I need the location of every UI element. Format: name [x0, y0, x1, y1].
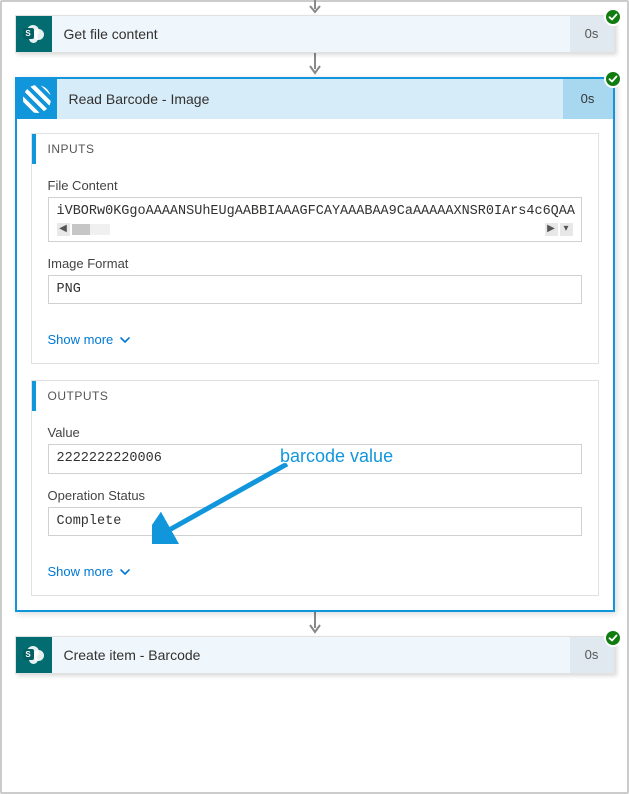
- field-value-output: Value 2222222220006: [48, 425, 582, 474]
- field-label: Value: [48, 425, 582, 440]
- step-header[interactable]: Read Barcode - Image 0s: [17, 79, 613, 119]
- step-body: INPUTS File Content iVBORw0KGgoAAAANSUhE…: [17, 119, 613, 610]
- field-label: Image Format: [48, 256, 582, 271]
- barcode-connector-icon: [17, 79, 57, 119]
- step-get-file-content[interactable]: S Get file content 0s: [15, 15, 615, 53]
- outputs-section: OUTPUTS Value 2222222220006 Operation St…: [31, 380, 599, 596]
- field-value[interactable]: PNG: [48, 275, 582, 305]
- field-value[interactable]: iVBORw0KGgoAAAANSUhEUgAABBIAAAGFCAYAAABA…: [48, 197, 582, 242]
- section-heading: OUTPUTS: [36, 381, 109, 411]
- flow-arrow: [307, 53, 323, 77]
- show-more-outputs[interactable]: Show more: [48, 564, 132, 579]
- step-title: Get file content: [52, 16, 570, 52]
- scroll-right-icon[interactable]: ▶: [545, 223, 558, 236]
- field-file-content: File Content iVBORw0KGgoAAAANSUhEUgAABBI…: [48, 178, 582, 242]
- field-value[interactable]: Complete: [48, 507, 582, 537]
- field-label: File Content: [48, 178, 582, 193]
- sharepoint-icon: S: [16, 637, 52, 673]
- field-operation-status: Operation Status Complete: [48, 488, 582, 537]
- success-icon: [604, 8, 622, 26]
- chevron-down-icon: [119, 334, 131, 346]
- flow-arrow: [307, 1, 323, 15]
- section-heading: INPUTS: [36, 134, 95, 164]
- flow-arrow: [307, 612, 323, 636]
- show-more-label: Show more: [48, 564, 114, 579]
- field-value[interactable]: 2222222220006: [48, 444, 582, 474]
- chevron-down-icon: [119, 566, 131, 578]
- success-icon: [604, 629, 622, 647]
- horizontal-scrollbar[interactable]: ◀ ▶ ▾: [57, 223, 573, 236]
- step-create-item-barcode[interactable]: S Create item - Barcode 0s: [15, 636, 615, 674]
- scroll-down-icon[interactable]: ▾: [560, 223, 573, 236]
- step-read-barcode-image[interactable]: Read Barcode - Image 0s INPUTS File Cont…: [15, 77, 615, 612]
- field-image-format: Image Format PNG: [48, 256, 582, 305]
- success-icon: [604, 70, 622, 88]
- show-more-label: Show more: [48, 332, 114, 347]
- step-title: Create item - Barcode: [52, 637, 570, 673]
- file-content-text: iVBORw0KGgoAAAANSUhEUgAABBIAAAGFCAYAAABA…: [57, 204, 575, 219]
- step-title: Read Barcode - Image: [57, 79, 563, 119]
- field-label: Operation Status: [48, 488, 582, 503]
- show-more-inputs[interactable]: Show more: [48, 332, 132, 347]
- step-duration: 0s: [563, 79, 613, 119]
- inputs-section: INPUTS File Content iVBORw0KGgoAAAANSUhE…: [31, 133, 599, 364]
- sharepoint-icon: S: [16, 16, 52, 52]
- scroll-left-icon[interactable]: ◀: [57, 223, 70, 236]
